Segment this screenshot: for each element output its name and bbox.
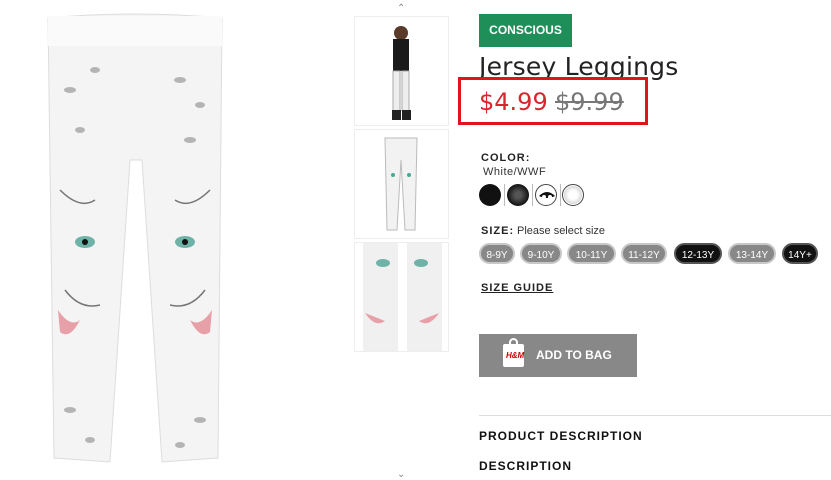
size-guide-link[interactable]: SIZE GUIDE [481,282,553,294]
size-option-14y-plus[interactable]: 14Y+ [782,243,818,264]
thumbnail-detail[interactable] [354,242,449,352]
size-option-11-12y[interactable]: 11-12Y [621,243,667,264]
size-option-13-14y[interactable]: 13-14Y [728,243,776,264]
color-swatch-black[interactable] [479,184,501,206]
original-price: $9.99 [555,88,624,116]
size-option-10-11y[interactable]: 10-11Y [567,243,616,264]
size-label: SIZE: [481,225,515,237]
sale-price: $4.99 [479,88,548,116]
color-value: White/WWF [483,166,547,178]
shopping-bag-icon: H&M [503,344,524,367]
size-option-8-9y[interactable]: 8-9Y [479,243,515,264]
section-divider [479,415,831,416]
color-label: COLOR: [481,152,531,164]
chevron-up-icon[interactable]: ⌃ [397,4,405,14]
thumbnail-model[interactable] [354,16,449,126]
size-hint: Please select size [517,225,606,237]
swatch-divider [532,184,533,206]
add-to-bag-label: ADD TO BAG [536,348,612,362]
size-option-12-13y[interactable]: 12-13Y [674,243,722,264]
thumbnail-product[interactable] [354,129,449,239]
color-swatch-panda-print[interactable] [535,184,557,206]
conscious-badge: CONSCIOUS [479,14,572,47]
description-heading[interactable]: DESCRIPTION [479,459,572,473]
size-option-9-10y[interactable]: 9-10Y [520,243,562,264]
bag-logo: H&M [506,351,525,360]
swatch-divider [560,184,561,206]
product-description-heading[interactable]: PRODUCT DESCRIPTION [479,429,643,443]
product-main-image[interactable] [40,10,230,472]
add-to-bag-button[interactable]: H&M ADD TO BAG [479,334,637,377]
thumbnail-strip: ⌃ ⌄ [354,0,449,480]
swatch-divider [504,184,505,206]
color-swatch-dark-print[interactable] [507,184,529,206]
color-swatch-white-wwf[interactable] [562,184,584,206]
